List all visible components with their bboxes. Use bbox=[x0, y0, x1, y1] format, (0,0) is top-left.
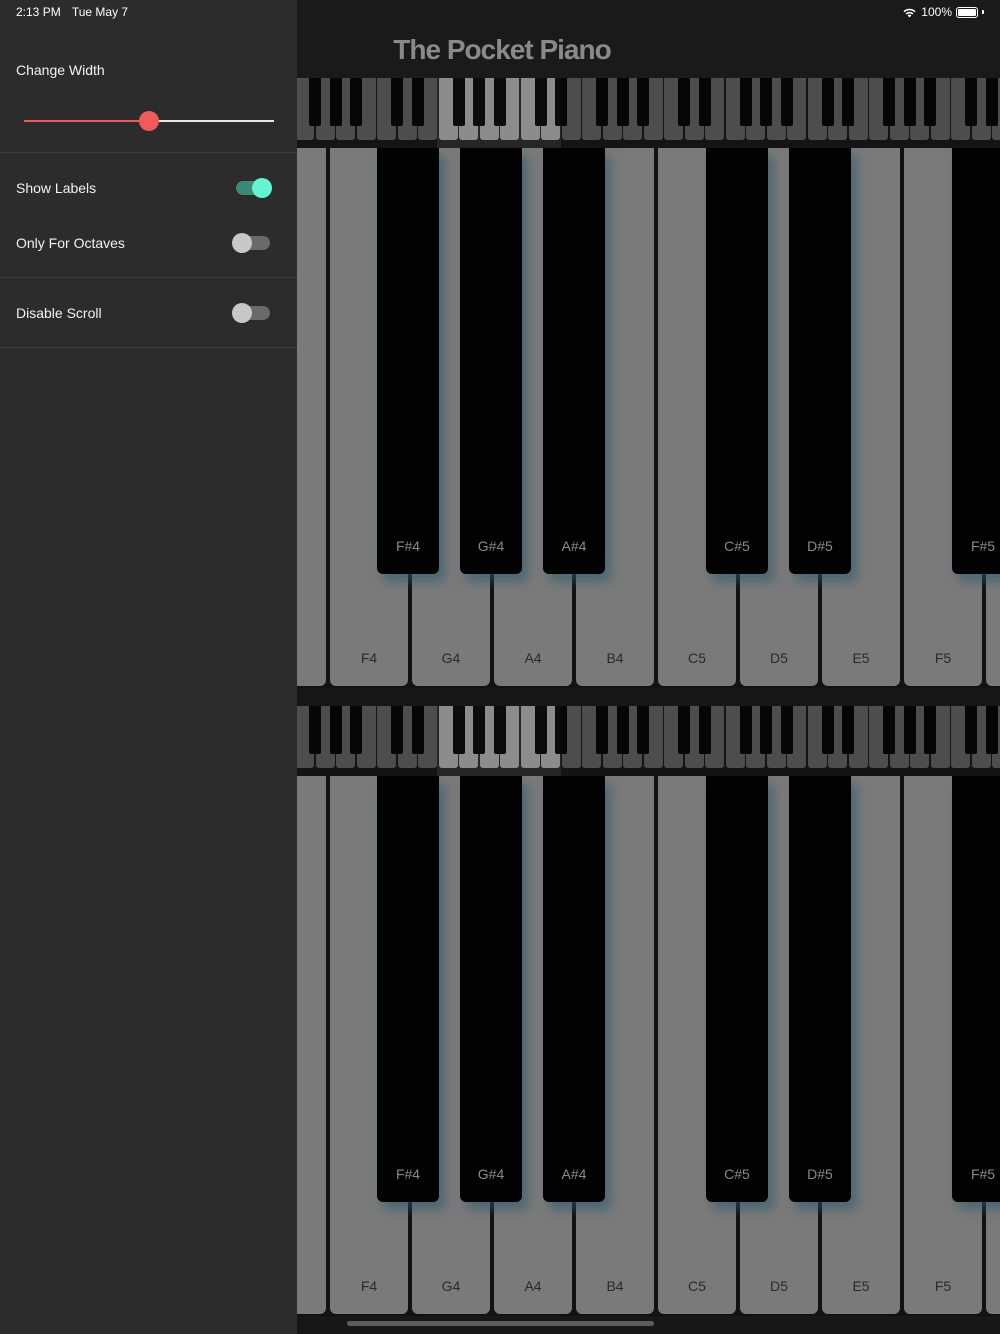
white-key-label: F5 bbox=[934, 650, 952, 666]
white-key-label: E5 bbox=[852, 650, 870, 666]
piano-keyboard: F4 G4 A4 B4 C5 D5 E5 F5 F#4 G#4 A#4 C#5 D#5 F#5 bbox=[297, 148, 1000, 688]
overview-shade bbox=[297, 78, 437, 148]
white-key-label: F4 bbox=[360, 650, 378, 666]
white-key-label: F4 bbox=[360, 1278, 378, 1294]
white-key-label: B4 bbox=[606, 650, 624, 666]
black-key-label: C#5 bbox=[724, 538, 750, 554]
show-labels-label: Show Labels bbox=[16, 180, 97, 196]
disable-scroll-label: Disable Scroll bbox=[16, 305, 102, 321]
black-key[interactable]: F#4 bbox=[377, 776, 439, 1202]
show-labels-toggle[interactable] bbox=[236, 178, 272, 198]
overview-black-key bbox=[493, 78, 506, 126]
black-key[interactable]: D#5 bbox=[789, 148, 851, 574]
white-key-label: C5 bbox=[688, 650, 706, 666]
overview-black-key bbox=[452, 78, 465, 126]
only-for-octaves-toggle[interactable] bbox=[232, 233, 270, 253]
labels-section: Show Labels Only For Octaves bbox=[0, 153, 297, 278]
white-key-label: D5 bbox=[770, 1278, 788, 1294]
status-time: 2:13 PM bbox=[16, 5, 61, 19]
battery-tip bbox=[982, 10, 984, 14]
black-key[interactable]: F#5 bbox=[952, 148, 1000, 574]
overview-shade bbox=[297, 706, 437, 776]
white-key-label: F5 bbox=[934, 1278, 952, 1294]
black-key[interactable]: A#4 bbox=[543, 776, 605, 1202]
disable-scroll-toggle[interactable] bbox=[232, 303, 270, 323]
white-key-label: E5 bbox=[852, 1278, 870, 1294]
toggle-knob bbox=[232, 303, 252, 323]
black-key[interactable]: D#5 bbox=[789, 776, 851, 1202]
black-key[interactable]: F#4 bbox=[377, 148, 439, 574]
overview-black-key bbox=[473, 78, 485, 126]
settings-panel: Change Width Show Labels Only For Octave… bbox=[0, 0, 297, 1334]
black-key-label: D#5 bbox=[807, 1166, 833, 1182]
toggle-knob bbox=[252, 178, 272, 198]
status-right: 100% bbox=[902, 5, 984, 19]
app-title: The Pocket Piano bbox=[393, 34, 611, 65]
black-key[interactable]: C#5 bbox=[706, 148, 768, 574]
black-key[interactable]: C#5 bbox=[706, 776, 768, 1202]
white-key-label: G4 bbox=[441, 1278, 461, 1294]
width-slider-track-filled[interactable] bbox=[24, 120, 149, 122]
black-key-label: C#5 bbox=[724, 1166, 750, 1182]
width-slider-thumb[interactable] bbox=[139, 111, 159, 131]
black-key[interactable]: A#4 bbox=[543, 148, 605, 574]
white-key-label: C5 bbox=[688, 1278, 706, 1294]
white-key-label: A4 bbox=[524, 1278, 542, 1294]
status-date: Tue May 7 bbox=[71, 5, 129, 19]
white-key-label: A4 bbox=[524, 650, 542, 666]
overview-shade bbox=[561, 78, 1000, 148]
black-key-label: F#5 bbox=[970, 1166, 996, 1182]
overview-black-key bbox=[534, 78, 547, 126]
white-key-label: D5 bbox=[770, 650, 788, 666]
white-key-label: G4 bbox=[441, 650, 461, 666]
overview-shade bbox=[561, 706, 1000, 776]
overview-black-key bbox=[493, 706, 506, 754]
black-key-label: A#4 bbox=[561, 1166, 587, 1182]
white-key[interactable] bbox=[297, 148, 326, 686]
battery-percent: 100% bbox=[921, 5, 952, 19]
black-key[interactable]: G#4 bbox=[460, 148, 522, 574]
status-left: 2:13 PM Tue May 7 bbox=[16, 5, 136, 19]
black-key[interactable]: G#4 bbox=[460, 776, 522, 1202]
black-key-label: F#4 bbox=[395, 538, 421, 554]
wifi-icon bbox=[903, 8, 916, 17]
piano-area: The Pocket Piano F4 G4 A4 B4 C5 D5 E5 F5 F#4 G#4 A… bbox=[297, 0, 1000, 1334]
keyboard-overview-scroller[interactable] bbox=[297, 78, 1000, 148]
toggle-knob bbox=[232, 233, 252, 253]
white-key[interactable] bbox=[297, 776, 326, 1314]
overview-black-key bbox=[534, 706, 547, 754]
overview-black-key bbox=[473, 706, 485, 754]
black-key-label: F#5 bbox=[970, 538, 996, 554]
status-bar: 2:13 PM Tue May 7 100% bbox=[0, 0, 1000, 24]
black-key-label: F#4 bbox=[395, 1166, 421, 1182]
piano-keyboard: F4 G4 A4 B4 C5 D5 E5 F5 F#4 G#4 A#4 C#5 D#5 F#5 bbox=[297, 776, 1000, 1316]
overview-black-key bbox=[452, 706, 465, 754]
battery-icon bbox=[956, 6, 978, 18]
black-key-label: G#4 bbox=[477, 1166, 505, 1182]
width-slider-track[interactable] bbox=[149, 120, 274, 122]
only-for-octaves-label: Only For Octaves bbox=[16, 235, 125, 251]
black-key-label: A#4 bbox=[561, 538, 587, 554]
white-key-label: B4 bbox=[606, 1278, 624, 1294]
black-key-label: D#5 bbox=[807, 538, 833, 554]
black-key-label: G#4 bbox=[477, 538, 505, 554]
scroll-section: Disable Scroll bbox=[0, 278, 297, 348]
black-key[interactable]: F#5 bbox=[952, 776, 1000, 1202]
change-width-label: Change Width bbox=[16, 62, 105, 78]
home-indicator[interactable] bbox=[347, 1321, 654, 1326]
keyboard-overview-scroller[interactable] bbox=[297, 706, 1000, 776]
